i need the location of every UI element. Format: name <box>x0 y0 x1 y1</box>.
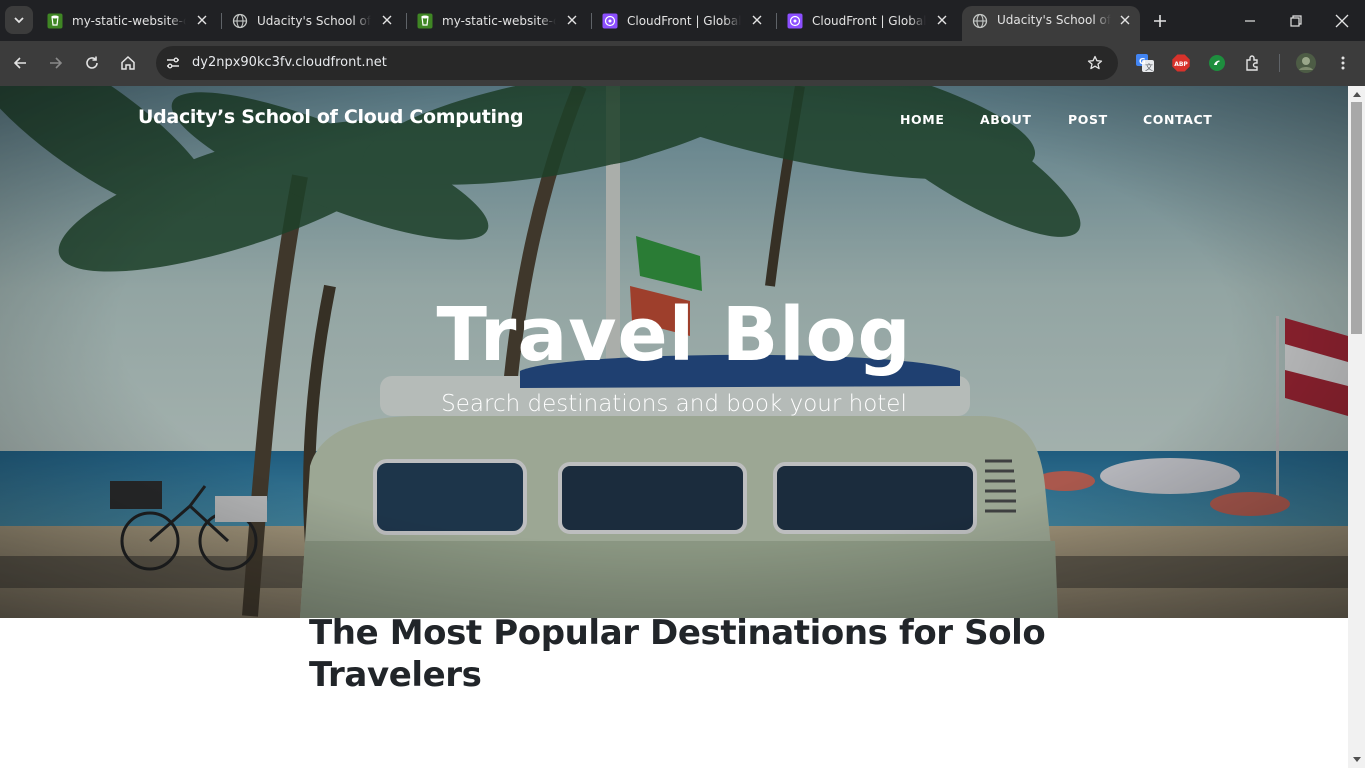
home-button[interactable] <box>118 53 138 73</box>
svg-text:ABP: ABP <box>1174 61 1188 68</box>
browser-menu-button[interactable] <box>1333 53 1353 73</box>
reload-button[interactable] <box>82 53 102 73</box>
url-text[interactable]: dy2npx90kc3fv.cloudfront.net <box>192 55 387 70</box>
tab-title: Udacity's School of Cl <box>997 13 1111 27</box>
tab-title: CloudFront | Global <box>812 13 926 28</box>
cloudfront-icon <box>602 13 618 29</box>
minimize-button[interactable] <box>1240 11 1260 31</box>
address-bar[interactable]: dy2npx90kc3fv.cloudfront.net <box>156 46 1118 80</box>
globe-icon <box>972 13 988 29</box>
close-icon[interactable] <box>565 13 579 27</box>
arrow-left-icon <box>13 57 26 69</box>
restore-icon <box>1290 15 1302 27</box>
new-tab-button[interactable] <box>1150 11 1170 31</box>
cloudfront-icon <box>787 13 803 29</box>
page-viewport: Udacity’s School of Cloud Computing HOME… <box>0 86 1348 768</box>
star-icon[interactable] <box>1086 54 1104 72</box>
tab-title: Udacity's School of Cl <box>257 13 371 28</box>
nav-link-about[interactable]: ABOUT <box>980 112 1032 127</box>
post-title-link[interactable]: The Most Popular Destinations for Solo T… <box>309 612 1069 696</box>
site-brand-link[interactable]: Udacity’s School of Cloud Computing <box>138 106 524 128</box>
s3-bucket-icon <box>417 13 433 29</box>
toolbar-divider <box>1279 54 1280 72</box>
puzzle-icon <box>1246 55 1258 71</box>
tab-search-button[interactable] <box>5 6 33 34</box>
reload-icon <box>86 56 98 69</box>
tab-title: CloudFront | Global <box>627 13 741 28</box>
forward-button[interactable] <box>46 53 66 73</box>
browser-tab[interactable]: CloudFront | Global <box>592 6 772 35</box>
browser-tab-active[interactable]: Udacity's School of Cl <box>962 6 1140 41</box>
browser-tab[interactable]: Udacity's School of Cl <box>222 6 402 35</box>
window-close-button[interactable] <box>1332 11 1352 31</box>
tab-title: my-static-website-co <box>72 13 186 28</box>
browser-toolbar: dy2npx90kc3fv.cloudfront.net G文 ABP <box>0 41 1365 86</box>
arrow-right-icon <box>50 57 63 69</box>
profile-avatar[interactable] <box>1296 53 1316 73</box>
close-icon[interactable] <box>935 13 949 27</box>
page-scrollbar[interactable] <box>1348 86 1365 768</box>
extensions-button[interactable] <box>1243 53 1263 73</box>
avatar-icon <box>1296 53 1316 73</box>
kebab-menu-icon <box>1341 56 1345 70</box>
hero-title: Travel Blog <box>436 292 912 378</box>
browser-tab[interactable]: my-static-website-co <box>37 6 217 35</box>
adblock-plus-extension[interactable]: ABP <box>1171 53 1191 73</box>
browser-tab[interactable]: my-static-website-co <box>407 6 587 35</box>
nav-link-contact[interactable]: CONTACT <box>1143 112 1212 127</box>
scroll-down-arrow-icon[interactable] <box>1353 757 1361 762</box>
globe-icon <box>232 13 248 29</box>
translate-icon: G文 <box>1136 54 1154 72</box>
close-icon[interactable] <box>1118 13 1132 27</box>
browser-tab[interactable]: CloudFront | Global <box>777 6 957 35</box>
back-button[interactable] <box>10 53 30 73</box>
tab-strip: my-static-website-co Udacity's School of… <box>0 0 1365 41</box>
close-icon <box>1335 14 1349 28</box>
site-info-icon[interactable] <box>164 54 182 72</box>
close-icon[interactable] <box>380 13 394 27</box>
s3-bucket-icon <box>47 13 63 29</box>
chevron-down-icon <box>14 17 24 24</box>
tab-title: my-static-website-co <box>442 13 556 28</box>
close-icon[interactable] <box>750 13 764 27</box>
minimize-icon <box>1245 20 1255 22</box>
restore-button[interactable] <box>1286 11 1306 31</box>
close-icon[interactable] <box>195 13 209 27</box>
adblock-icon: ABP <box>1172 54 1190 72</box>
plus-icon <box>1154 15 1166 27</box>
svg-text:文: 文 <box>1145 62 1153 72</box>
extension-badge-icon <box>1209 55 1225 71</box>
scrollbar-thumb[interactable] <box>1351 102 1362 334</box>
home-icon <box>121 55 135 70</box>
nav-link-home[interactable]: HOME <box>900 112 944 127</box>
scroll-up-arrow-icon[interactable] <box>1353 92 1361 97</box>
hero-header: Udacity’s School of Cloud Computing HOME… <box>0 86 1348 618</box>
hero-subtitle: Search destinations and book your hotel <box>441 391 907 417</box>
google-translate-extension[interactable]: G文 <box>1135 53 1155 73</box>
green-extension[interactable] <box>1207 53 1227 73</box>
nav-link-post[interactable]: POST <box>1068 112 1108 127</box>
